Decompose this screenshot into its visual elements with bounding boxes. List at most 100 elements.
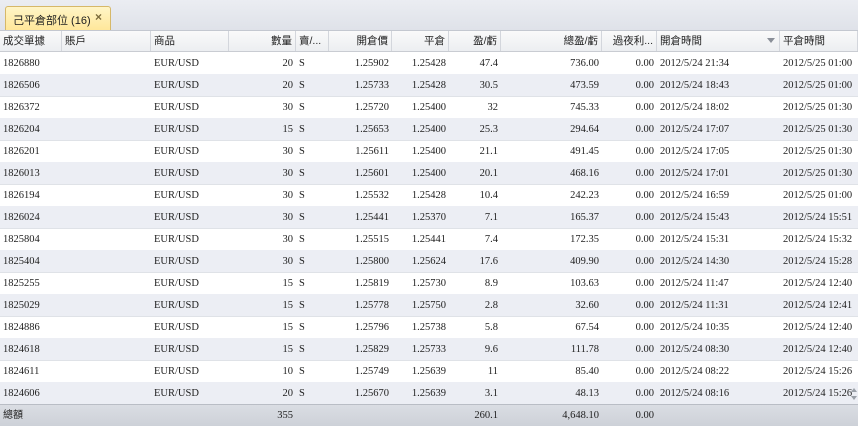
- column-header-total-pl[interactable]: 總盈/虧: [501, 31, 602, 51]
- cell-close-price: 1.25639: [411, 366, 446, 377]
- cell-product: EUR/USD: [154, 366, 199, 377]
- cell-close-price: 1.25400: [411, 146, 446, 157]
- cell-product: EUR/USD: [154, 168, 199, 179]
- table-row[interactable]: 1826372 EUR/USD 30 S 1.25720 1.25400 32 745.33 0…: [0, 96, 858, 119]
- cell-product: EUR/USD: [154, 234, 199, 245]
- cell-close-time: 2012/5/24 12:40: [783, 278, 853, 289]
- table-row[interactable]: 1826194 EUR/USD 30 S 1.25532 1.25428 10.4 242.2…: [0, 184, 858, 207]
- table-row[interactable]: 1824606 EUR/USD 20 S 1.25670 1.25639 3.1 48.13 0…: [0, 382, 858, 405]
- cell-pips: 2.8: [484, 300, 498, 311]
- cell-open-time: 2012/5/24 18:43: [660, 80, 730, 91]
- cell-product: EUR/USD: [154, 256, 199, 267]
- cell-pips: 9.6: [484, 344, 498, 355]
- scroll-up-icon[interactable]: [851, 388, 857, 392]
- cell-product: EUR/USD: [154, 58, 199, 69]
- cell-open-price: 1.25515: [354, 234, 389, 245]
- cell-account: [62, 140, 151, 162]
- cell-pips: 11: [487, 366, 498, 377]
- close-icon[interactable]: ×: [95, 10, 102, 24]
- cell-pips: 7.1: [484, 212, 498, 223]
- table-row[interactable]: 1824886 EUR/USD 15 S 1.25796 1.25738 5.8 67.54 0…: [0, 316, 858, 339]
- cell-open-time: 2012/5/24 14:30: [660, 256, 730, 267]
- table-row[interactable]: 1826204 EUR/USD 15 S 1.25653 1.25400 25.3 294.6…: [0, 118, 858, 141]
- table-row[interactable]: 1826013 EUR/USD 30 S 1.25601 1.25400 20.1 468.1…: [0, 162, 858, 185]
- column-header-overnight[interactable]: 過夜利...: [602, 31, 657, 51]
- cell-product: EUR/USD: [154, 388, 199, 399]
- cell-close-price: 1.25441: [411, 234, 446, 245]
- cell-overnight: 0.00: [635, 256, 654, 267]
- cell-close-price: 1.25428: [411, 80, 446, 91]
- cell-overnight: 0.00: [635, 300, 654, 311]
- cell-account: [62, 272, 151, 294]
- table-row[interactable]: 1824611 EUR/USD 10 S 1.25749 1.25639 11 85.40 0.…: [0, 360, 858, 383]
- table-row[interactable]: 1825255 EUR/USD 15 S 1.25819 1.25730 8.9 103.63…: [0, 272, 858, 295]
- cell-open-price: 1.25749: [354, 366, 389, 377]
- cell-close-price: 1.25624: [411, 256, 446, 267]
- cell-side: S: [299, 300, 305, 311]
- cell-side: S: [299, 146, 305, 157]
- cell-account: [62, 162, 151, 184]
- cell-close-time: 2012/5/24 12:40: [783, 344, 853, 355]
- cell-pips: 25.3: [479, 124, 498, 135]
- column-header-product[interactable]: 商品: [151, 31, 229, 51]
- totals-row: 總額 355 260.1 4,648.10 0.00: [0, 404, 858, 426]
- scroll-down-icon[interactable]: [851, 396, 857, 400]
- cell-close-time: 2012/5/24 15:51: [783, 212, 853, 223]
- cell-open-time: 2012/5/24 15:43: [660, 212, 730, 223]
- cell-id: 1826201: [3, 146, 40, 157]
- cell-open-time: 2012/5/24 17:01: [660, 168, 730, 179]
- cell-product: EUR/USD: [154, 344, 199, 355]
- cell-open-time: 2012/5/24 11:31: [660, 300, 729, 311]
- table-row[interactable]: 1824618 EUR/USD 15 S 1.25829 1.25733 9.6 111.78…: [0, 338, 858, 361]
- table-row[interactable]: 1826024 EUR/USD 30 S 1.25441 1.25370 7.1 165.37…: [0, 206, 858, 229]
- cell-id: 1824606: [3, 388, 40, 399]
- cell-open-price: 1.25720: [354, 102, 389, 113]
- column-header-pips[interactable]: 盈/虧: [449, 31, 501, 51]
- cell-total-pl: 48.13: [575, 388, 599, 399]
- column-header-side[interactable]: 賣/...: [296, 31, 329, 51]
- column-header-account[interactable]: 賬戶: [62, 31, 151, 51]
- table-row[interactable]: 1825404 EUR/USD 30 S 1.25800 1.25624 17.6 409.9…: [0, 250, 858, 273]
- cell-qty: 30: [282, 168, 294, 179]
- cell-close-price: 1.25428: [411, 58, 446, 69]
- cell-total-pl: 294.64: [570, 124, 599, 135]
- table-row[interactable]: 1826506 EUR/USD 20 S 1.25733 1.25428 30.5 473.5…: [0, 74, 858, 97]
- table-row[interactable]: 1825804 EUR/USD 30 S 1.25515 1.25441 7.4 172.35…: [0, 228, 858, 251]
- cell-total-pl: 172.35: [570, 234, 599, 245]
- tab-closed-positions[interactable]: 己平倉部位 (16) ×: [5, 6, 111, 30]
- cell-open-price: 1.25532: [354, 190, 389, 201]
- cell-id: 1824611: [3, 366, 40, 377]
- cell-open-time: 2012/5/24 10:35: [660, 322, 730, 333]
- positions-grid: 成交單據 賬戶 商品 數量 賣/... 開倉價 平倉 盈/虧 總盈/虧 過夜利... 開倉時間 平倉時…: [0, 31, 858, 426]
- column-header-qty[interactable]: 數量: [229, 31, 296, 51]
- cell-side: S: [299, 278, 305, 289]
- cell-overnight: 0.00: [635, 190, 654, 201]
- cell-account: [62, 52, 151, 74]
- cell-product: EUR/USD: [154, 124, 199, 135]
- cell-qty: 30: [282, 256, 294, 267]
- cell-qty: 15: [282, 124, 294, 135]
- table-row[interactable]: 1826201 EUR/USD 30 S 1.25611 1.25400 21.1 491.4…: [0, 140, 858, 163]
- cell-total-pl: 736.00: [570, 58, 599, 69]
- cell-account: [62, 206, 151, 228]
- cell-open-price: 1.25829: [354, 344, 389, 355]
- column-header-open-time[interactable]: 開倉時間: [657, 31, 780, 51]
- cell-total-pl: 242.23: [570, 190, 599, 201]
- table-row[interactable]: 1826880 EUR/USD 20 S 1.25902 1.25428 47.4 736.0…: [0, 52, 858, 75]
- cell-total-pl: 409.90: [570, 256, 599, 267]
- cell-id: 1826372: [3, 102, 40, 113]
- table-row[interactable]: 1825029 EUR/USD 15 S 1.25778 1.25750 2.8 32.60 0…: [0, 294, 858, 317]
- vertical-scrollbar[interactable]: [850, 352, 858, 404]
- cell-open-time: 2012/5/24 17:07: [660, 124, 730, 135]
- cell-total-pl: 32.60: [575, 300, 599, 311]
- cell-side: S: [299, 58, 305, 69]
- column-header-open-price[interactable]: 開倉價: [329, 31, 392, 51]
- cell-side: S: [299, 256, 305, 267]
- cell-side: S: [299, 190, 305, 201]
- cell-pips: 20.1: [479, 168, 498, 179]
- cell-overnight: 0.00: [635, 58, 654, 69]
- cell-overnight: 0.00: [635, 234, 654, 245]
- column-header-close-price[interactable]: 平倉: [392, 31, 449, 51]
- column-header-id[interactable]: 成交單據: [0, 31, 62, 51]
- column-header-close-time[interactable]: 平倉時間: [780, 31, 858, 51]
